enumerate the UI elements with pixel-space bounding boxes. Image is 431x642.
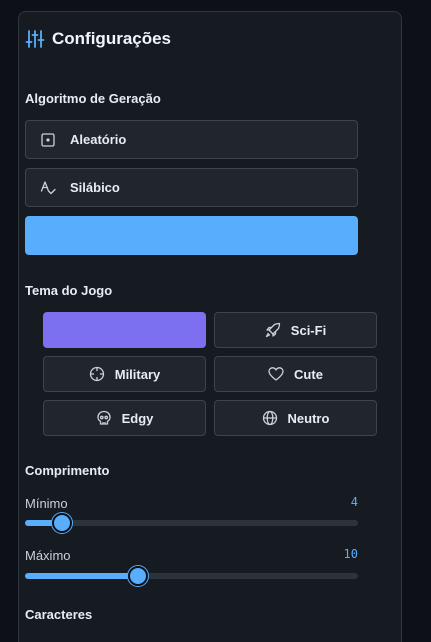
algorithm-option-selected[interactable]: [25, 216, 358, 255]
min-length-label: Mínimo: [25, 496, 68, 511]
skull-icon: [96, 410, 112, 426]
theme-option-label: Military: [114, 366, 161, 382]
characters-section-label: Caracteres: [25, 607, 93, 622]
theme-option-cute[interactable]: Cute: [214, 356, 377, 392]
min-length-value: 4: [350, 495, 358, 509]
theme-option-label: Cute: [294, 366, 323, 382]
spell-check-icon: [40, 180, 56, 196]
theme-section-label: Tema do Jogo: [25, 283, 113, 298]
theme-option-label: Edgy: [121, 410, 154, 426]
length-section-label: Comprimento: [25, 463, 110, 478]
algorithm-option-syllabic[interactable]: Silábico: [25, 168, 358, 207]
max-length-value: 10: [343, 547, 358, 561]
max-length-label: Máximo: [25, 548, 71, 563]
theme-option-military[interactable]: Military: [43, 356, 206, 392]
min-length-slider[interactable]: [25, 513, 358, 533]
theme-option-edgy[interactable]: Edgy: [43, 400, 206, 436]
theme-option-neutral[interactable]: Neutro: [214, 400, 377, 436]
min-length-row: Mínimo 4: [25, 495, 358, 513]
theme-option-label: Neutro: [287, 410, 330, 426]
rocket-icon: [265, 322, 281, 338]
theme-option-label: Sci-Fi: [290, 322, 327, 338]
theme-option-scifi[interactable]: Sci-Fi: [214, 312, 377, 348]
max-length-row: Máximo 10: [25, 547, 358, 565]
globe-icon: [262, 410, 278, 426]
algorithm-option-label: Silábico: [70, 180, 120, 195]
algorithm-option-random[interactable]: Aleatório: [25, 120, 358, 159]
dice-icon: [40, 132, 56, 148]
theme-option-selected[interactable]: [43, 312, 206, 348]
heart-icon: [268, 366, 284, 382]
max-length-fill: [25, 573, 139, 579]
max-length-slider[interactable]: [25, 566, 358, 586]
sliders-icon: [25, 30, 45, 48]
panel-title: Configurações: [52, 29, 172, 48]
crosshair-icon: [89, 366, 105, 382]
min-length-thumb[interactable]: [51, 513, 72, 533]
panel-header: Configurações: [25, 28, 171, 50]
algorithm-section-label: Algoritmo de Geração: [25, 91, 161, 106]
algorithm-option-label: Aleatório: [70, 132, 127, 147]
